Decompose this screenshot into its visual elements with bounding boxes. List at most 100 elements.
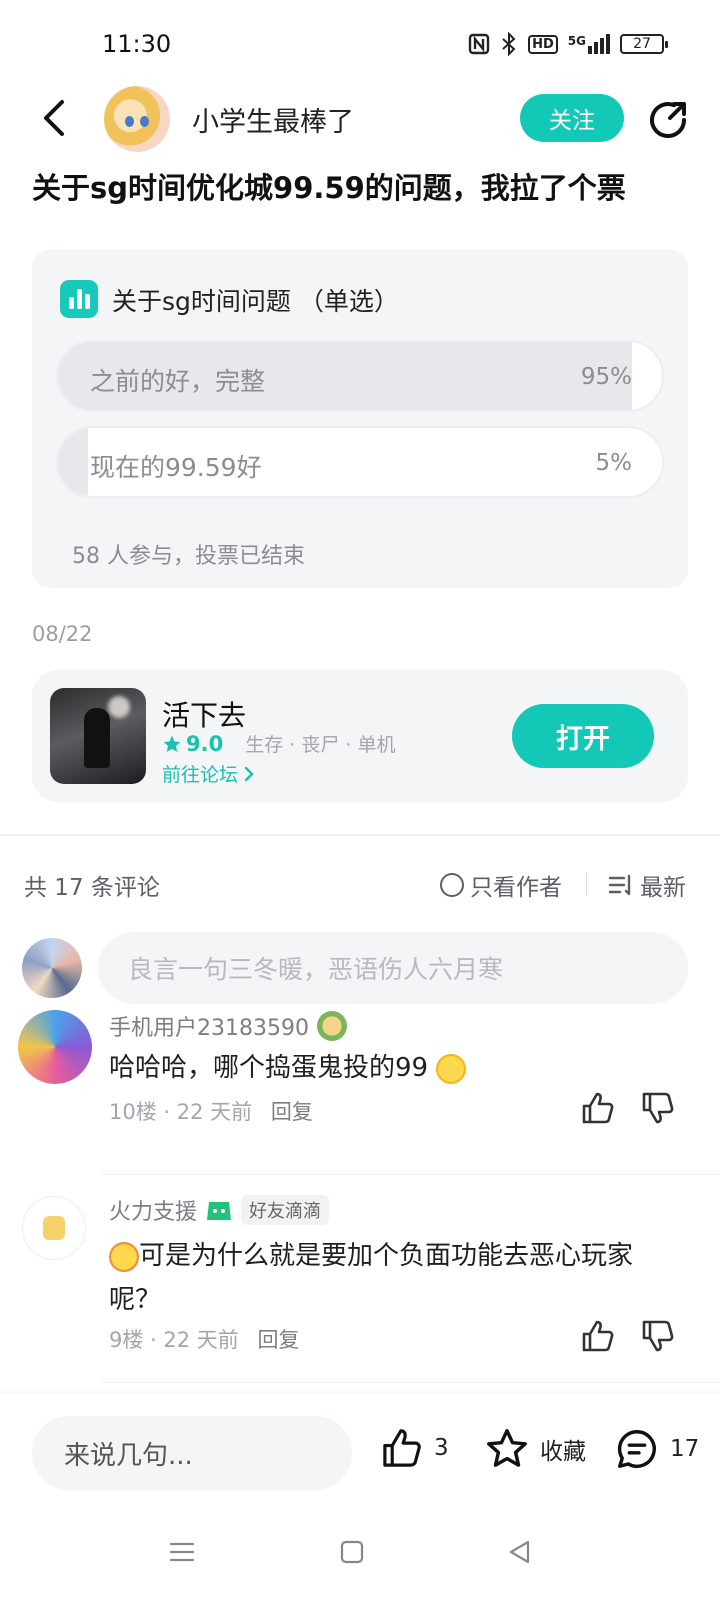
commenter-avatar[interactable] (18, 1010, 92, 1084)
comment-count: 共 17 条评论 (24, 875, 160, 901)
comment-text-line1: 可是为什么就是要加个负面功能去恶心玩家 (139, 1241, 634, 1271)
comment-input[interactable]: 良言一句三冬暖，恶语伤人六月寒 (98, 932, 688, 1004)
sort-label: 最新 (640, 875, 686, 901)
system-nav-bar (0, 1514, 720, 1600)
commenter-name-text: 火力支援 (109, 1200, 198, 1225)
comment-text-line2: 呢？ (109, 1285, 162, 1315)
comments-count: 17 (670, 1436, 700, 1462)
game-meta: 9.0 生存 · 丧尸 · 单机 (162, 730, 395, 757)
forum-link[interactable]: 前往论坛 (162, 760, 254, 787)
thumbs-up-icon (383, 1429, 421, 1467)
author-name[interactable]: 小学生最棒了 (192, 100, 354, 139)
thumbs-down-icon (642, 1092, 674, 1124)
post-like-count: 3 (434, 1435, 449, 1461)
5g-signal-icon: 5G (568, 34, 610, 54)
author-avatar[interactable] (104, 86, 170, 152)
friend-badge: 好友滴滴 (241, 1195, 330, 1225)
poll-title: 关于sg时间问题 （单选） (112, 287, 399, 316)
comment-item: 手机用户23183590 哈哈哈，哪个捣蛋鬼投的99 10楼 · 22 天前 回… (0, 1010, 720, 1150)
thinking-emoji-icon (109, 1241, 139, 1272)
share-icon (650, 102, 686, 139)
game-rating: 9.0 (162, 732, 223, 756)
open-game-button[interactable]: 打开 (512, 704, 654, 768)
gamepad-icon (207, 1202, 232, 1220)
like-button[interactable] (580, 1318, 616, 1354)
nfc-icon (468, 33, 490, 55)
star-outline-icon (487, 1429, 527, 1467)
game-tags: 生存 · 丧尸 · 单机 (245, 734, 396, 756)
comment-bubble-icon (617, 1430, 656, 1468)
game-name: 活下去 (162, 699, 247, 732)
back-button[interactable] (32, 96, 76, 140)
like-button[interactable] (580, 1090, 616, 1126)
poll-option: 现在的99.59好 5% (56, 426, 664, 498)
sort-icon (608, 874, 631, 896)
post-date: 08/22 (32, 622, 93, 646)
my-avatar (22, 938, 82, 998)
poll-option-label: 之前的好，完整 (90, 367, 266, 396)
reply-button[interactable]: 回复 (257, 1328, 299, 1352)
poll-option-percent: 95% (580, 364, 632, 390)
status-time: 11:30 (102, 30, 172, 58)
share-button[interactable] (646, 98, 690, 142)
radio-circle-icon (440, 873, 464, 897)
favorite-button[interactable]: 收藏 (484, 1426, 586, 1472)
game-card[interactable]: 活下去 9.0 生存 · 丧尸 · 单机 前往论坛 打开 (32, 670, 688, 802)
commenter-name[interactable]: 火力支援 好友滴滴 (109, 1194, 330, 1226)
poll-option: 之前的好，完整 95% (56, 340, 664, 412)
game-rating-value: 9.0 (186, 731, 224, 756)
thumbs-down-icon (642, 1320, 674, 1352)
poll-chart-icon (60, 280, 98, 318)
commenter-name-text: 手机用户23183590 (109, 1016, 309, 1041)
home-icon[interactable] (338, 1538, 366, 1566)
divider (586, 872, 587, 896)
comment-floor-time: 9楼 · 22 天前 (109, 1328, 239, 1352)
star-icon (163, 735, 181, 752)
comment-text: 哈哈哈，哪个捣蛋鬼投的99 (109, 1046, 689, 1090)
status-icons: HD 5G 27 (468, 32, 668, 56)
bottom-comment-input[interactable]: 来说几句... (32, 1416, 352, 1490)
thumbs-up-icon (582, 1092, 614, 1124)
comment-separator (102, 1382, 720, 1383)
post-header: 小学生最棒了 关注 (0, 82, 720, 158)
crying-emoji-icon (436, 1053, 467, 1084)
comments-header: 共 17 条评论 只看作者 最新 (0, 860, 720, 904)
chevron-right-icon (244, 766, 254, 781)
commenter-name[interactable]: 手机用户23183590 (109, 1010, 347, 1042)
poll-option-fill (58, 428, 89, 496)
poll-option-label: 现在的99.59好 (90, 453, 262, 482)
battery-icon: 27 (620, 34, 668, 54)
post-title: 关于sg时间优化城99.59的问题，我拉了个票 (32, 171, 626, 205)
battery-level: 27 (633, 36, 651, 52)
comment-text-content: 哈哈哈，哪个捣蛋鬼投的99 (109, 1053, 429, 1083)
sort-toggle[interactable]: 最新 (608, 868, 686, 902)
poll-option-percent: 5% (595, 450, 633, 476)
hd-icon: HD (528, 34, 558, 54)
bluetooth-icon (502, 32, 516, 56)
post-like-button[interactable]: 3 (380, 1426, 449, 1470)
thumbs-up-icon (582, 1320, 614, 1352)
comment-separator (102, 1174, 720, 1175)
commenter-avatar[interactable] (22, 1196, 86, 1260)
bottom-action-bar: 来说几句... 3 收藏 17 (0, 1394, 720, 1514)
status-bar: 11:30 HD 5G 27 (0, 0, 720, 90)
menu-icon[interactable] (168, 1538, 196, 1566)
user-badge-icon (316, 1011, 347, 1041)
author-only-toggle[interactable]: 只看作者 (440, 868, 562, 902)
poll-card: 关于sg时间问题 （单选） 之前的好，完整 95% 现在的99.59好 5% 5… (32, 250, 688, 588)
dislike-button[interactable] (640, 1318, 676, 1354)
comment-meta: 9楼 · 22 天前 回复 (109, 1324, 299, 1354)
reply-button[interactable]: 回复 (271, 1100, 313, 1124)
chevron-left-icon (44, 100, 64, 136)
back-nav-icon[interactable] (506, 1538, 534, 1566)
section-divider (0, 834, 720, 836)
poll-footer: 58 人参与，投票已结束 (72, 544, 305, 569)
comment-text: 可是为什么就是要加个负面功能去恶心玩家 呢？ (109, 1234, 689, 1322)
comment-meta: 10楼 · 22 天前 回复 (109, 1096, 313, 1126)
comments-button[interactable]: 17 (614, 1426, 699, 1472)
game-thumbnail (50, 688, 146, 784)
forum-link-label: 前往论坛 (162, 764, 239, 786)
dislike-button[interactable] (640, 1090, 676, 1126)
comment-floor-time: 10楼 · 22 天前 (109, 1100, 253, 1124)
follow-button[interactable]: 关注 (520, 94, 624, 142)
